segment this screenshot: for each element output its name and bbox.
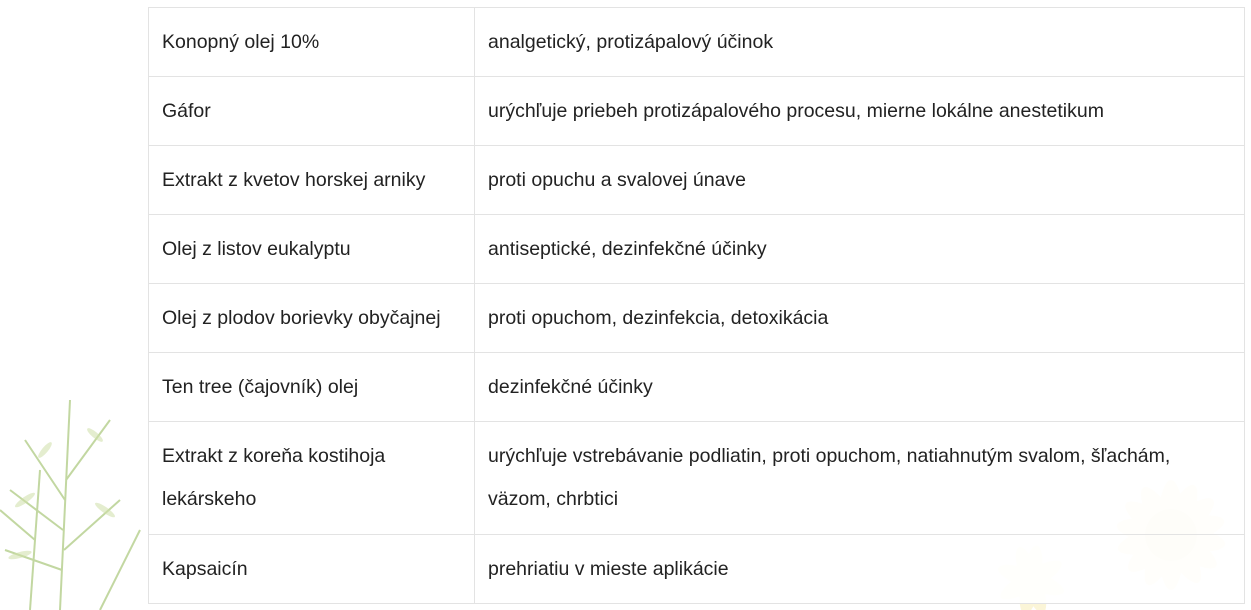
ingredient-name: Olej z plodov borievky obyčajnej: [148, 283, 475, 353]
table-row: Konopný olej 10% analgetický, protizápal…: [148, 7, 1245, 77]
plant-leaves-image: [0, 399, 141, 610]
ingredient-name: Ten tree (čajovník) olej: [148, 352, 475, 422]
ingredient-effect: proti opuchom, dezinfekcia, detoxikácia: [474, 283, 1245, 353]
ingredient-name: Gáfor: [148, 76, 475, 146]
ingredients-table: Konopný olej 10% analgetický, protizápal…: [148, 7, 1245, 604]
table-row: Ten tree (čajovník) olej dezinfekčné úči…: [148, 352, 1245, 422]
table-row: Kapsaicín prehriatiu v mieste aplikácie: [148, 534, 1245, 604]
table-row: Extrakt z kvetov horskej arniky proti op…: [148, 145, 1245, 215]
ingredient-effect: urýchľuje vstrebávanie podliatin, proti …: [474, 421, 1245, 535]
ingredient-effect: prehriatiu v mieste aplikácie: [474, 534, 1245, 604]
page: Konopný olej 10% analgetický, protizápal…: [0, 0, 1251, 610]
ingredient-name: Konopný olej 10%: [148, 7, 475, 77]
ingredient-effect: antiseptické, dezinfekčné účinky: [474, 214, 1245, 284]
ingredient-name: Extrakt z kvetov horskej arniky: [148, 145, 475, 215]
ingredient-effect: urýchľuje priebeh protizápalového proces…: [474, 76, 1245, 146]
ingredient-name: Kapsaicín: [148, 534, 475, 604]
ingredient-effect: proti opuchu a svalovej únave: [474, 145, 1245, 215]
table-row: Olej z listov eukalyptu antiseptické, de…: [148, 214, 1245, 284]
table-row: Extrakt z koreňa kostihoja lekárskeho ur…: [148, 421, 1245, 535]
ingredient-effect: analgetický, protizápalový účinok: [474, 7, 1245, 77]
ingredient-effect: dezinfekčné účinky: [474, 352, 1245, 422]
table-row: Gáfor urýchľuje priebeh protizápalového …: [148, 76, 1245, 146]
ingredient-name: Extrakt z koreňa kostihoja lekárskeho: [148, 421, 475, 535]
ingredient-name: Olej z listov eukalyptu: [148, 214, 475, 284]
table-row: Olej z plodov borievky obyčajnej proti o…: [148, 283, 1245, 353]
